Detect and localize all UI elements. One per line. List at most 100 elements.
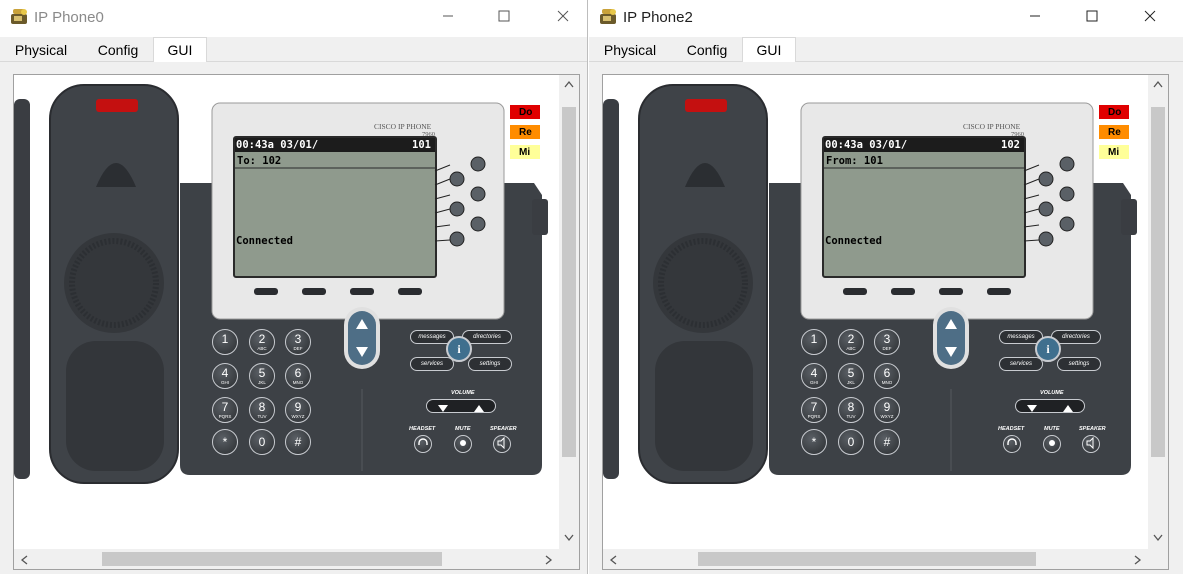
window-title: IP Phone0 [34, 9, 104, 26]
key-3[interactable]: 3 DEF [285, 329, 311, 355]
key-pound[interactable]: # [874, 429, 900, 455]
maximize-button[interactable] [484, 4, 524, 32]
lcd-status: Connected [236, 235, 293, 247]
info-button[interactable]: i [446, 336, 472, 362]
tab-content: CISCO IP PHONE 7960 00:43a 03/01/ 102 Fr… [589, 62, 1183, 574]
key-pound[interactable]: # [285, 429, 311, 455]
settings-button[interactable]: settings [468, 357, 512, 371]
minimize-button[interactable] [1015, 4, 1055, 32]
scroll-down-icon[interactable] [1153, 531, 1163, 545]
lcd-time: 00:43a 03/01/ [825, 139, 908, 151]
key-1[interactable]: 1 [212, 329, 238, 355]
speaker-button[interactable] [493, 435, 511, 453]
tab-gui[interactable]: GUI [153, 37, 207, 62]
gui-viewport: CISCO IP PHONE 7960 00:43a 03/01/ 102 Fr… [602, 74, 1169, 570]
titlebar[interactable]: IP Phone0 [0, 0, 587, 36]
scroll-right-icon[interactable] [1134, 554, 1142, 568]
lcd-extension: 102 [1001, 139, 1020, 151]
key-8[interactable]: 8 TUV [838, 397, 864, 423]
side-button-mi[interactable]: Mi [1099, 145, 1129, 159]
tab-bar: Physical Config GUI [589, 37, 1183, 62]
key-9[interactable]: 9 WXYZ [285, 397, 311, 423]
maximize-button[interactable] [1072, 4, 1112, 32]
horizontal-scroll-thumb[interactable] [698, 552, 1036, 566]
mute-icon [1045, 437, 1059, 454]
vertical-scroll-thumb[interactable] [1151, 107, 1165, 457]
side-button-mi[interactable]: Mi [510, 145, 540, 159]
model-label: 7960 [1011, 131, 1024, 138]
scroll-left-icon[interactable] [609, 554, 617, 568]
key-7[interactable]: 7 PQRS [212, 397, 238, 423]
side-button-do[interactable]: Do [510, 105, 540, 119]
vertical-scrollbar[interactable] [559, 75, 579, 549]
close-button[interactable] [1130, 4, 1170, 32]
lcd-time: 00:43a 03/01/ [236, 139, 319, 151]
volume-label: VOLUME [1040, 390, 1064, 396]
side-button-re[interactable]: Re [1099, 125, 1129, 139]
titlebar[interactable]: IP Phone2 [589, 0, 1183, 36]
key-5[interactable]: 5 JKL [838, 363, 864, 389]
close-button[interactable] [543, 4, 583, 32]
headset-button[interactable] [1003, 435, 1021, 453]
side-button-do[interactable]: Do [1099, 105, 1129, 119]
vertical-scroll-thumb[interactable] [562, 107, 576, 457]
speaker-button[interactable] [1082, 435, 1100, 453]
key-8[interactable]: 8 TUV [249, 397, 275, 423]
volume-down-button[interactable] [1026, 401, 1038, 419]
close-icon [557, 9, 569, 27]
tab-physical[interactable]: Physical [593, 39, 667, 61]
headset-button[interactable] [414, 435, 432, 453]
minimize-button[interactable] [428, 4, 468, 32]
model-label: 7960 [422, 131, 435, 138]
scroll-up-icon[interactable] [564, 77, 574, 91]
mute-button[interactable] [454, 435, 472, 453]
tab-config[interactable]: Config [673, 39, 741, 61]
key-6[interactable]: 6 MNO [874, 363, 900, 389]
key-1[interactable]: 1 [801, 329, 827, 355]
key-7[interactable]: 7 PQRS [801, 397, 827, 423]
headset-label: HEADSET [409, 426, 436, 432]
volume-up-button[interactable] [473, 401, 485, 419]
scroll-down-icon[interactable] [564, 531, 574, 545]
tab-physical[interactable]: Physical [4, 39, 78, 61]
key-0[interactable]: 0 [249, 429, 275, 455]
minimize-icon [442, 9, 454, 27]
horizontal-scroll-thumb[interactable] [102, 552, 442, 566]
key-9[interactable]: 9 WXYZ [874, 397, 900, 423]
key-2[interactable]: 2 ABC [838, 329, 864, 355]
info-button[interactable]: i [1035, 336, 1061, 362]
key-6[interactable]: 6 MNO [285, 363, 311, 389]
ip-phone-icon [599, 7, 619, 32]
key-0[interactable]: 0 [838, 429, 864, 455]
key-star[interactable]: * [212, 429, 238, 455]
key-star[interactable]: * [801, 429, 827, 455]
close-icon [1144, 9, 1156, 27]
lcd-status: Connected [825, 235, 882, 247]
scroll-up-icon[interactable] [1153, 77, 1163, 91]
vertical-scrollbar[interactable] [1148, 75, 1168, 549]
key-4[interactable]: 4 GHI [801, 363, 827, 389]
settings-button[interactable]: settings [1057, 357, 1101, 371]
scroll-right-icon[interactable] [545, 554, 553, 568]
volume-up-button[interactable] [1062, 401, 1074, 419]
volume-down-button[interactable] [437, 401, 449, 419]
window-ip-phone0: IP Phone0 Physical Config GUI CISCO IP P… [0, 0, 588, 574]
tab-config[interactable]: Config [84, 39, 152, 61]
speaker-label: SPEAKER [490, 426, 517, 432]
mute-button[interactable] [1043, 435, 1061, 453]
scroll-left-icon[interactable] [20, 554, 28, 568]
services-button[interactable]: services [410, 357, 454, 371]
key-4[interactable]: 4 GHI [212, 363, 238, 389]
horizontal-scrollbar[interactable] [14, 549, 559, 569]
mute-icon [456, 437, 470, 454]
key-3[interactable]: 3 DEF [874, 329, 900, 355]
side-button-re[interactable]: Re [510, 125, 540, 139]
window-title: IP Phone2 [623, 9, 693, 26]
scroll-corner [559, 549, 579, 569]
key-5[interactable]: 5 JKL [249, 363, 275, 389]
horizontal-scrollbar[interactable] [603, 549, 1148, 569]
services-button[interactable]: services [999, 357, 1043, 371]
tab-gui[interactable]: GUI [742, 37, 796, 62]
key-2[interactable]: 2 ABC [249, 329, 275, 355]
maximize-icon [1086, 9, 1098, 27]
